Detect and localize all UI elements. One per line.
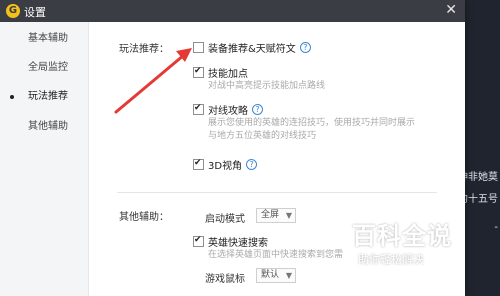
option-equipment-runes: 装备推荐&天赋符文 ?	[193, 40, 311, 55]
option-label: 3D视角	[208, 161, 243, 172]
option-3d-view: 3D视角 ?	[193, 157, 258, 172]
help-icon[interactable]: ?	[246, 159, 258, 170]
sidebar-item-gameplay[interactable]: 玩法推荐	[0, 86, 88, 108]
game-mouse-label: 游戏鼠标	[205, 274, 245, 285]
checkbox[interactable]	[193, 235, 204, 247]
window-title: 设置	[24, 6, 46, 19]
option-description: 展示您使用的英雄的连招技巧，使用技巧并同时展示	[208, 118, 416, 128]
watermark-title: 百科全说	[352, 222, 452, 250]
checkbox[interactable]	[193, 103, 204, 115]
sidebar-item-other[interactable]: 其他辅助	[0, 116, 88, 138]
app-logo-icon: G	[6, 4, 20, 18]
watermark-subtitle: 助你轻松解决	[358, 253, 424, 266]
background-text: -	[494, 222, 498, 233]
option-description: 对战中高亮提示技能加点路线	[208, 81, 326, 91]
option-label: 英雄快速搜索	[208, 238, 268, 249]
option-label: 对线攻略	[208, 106, 248, 117]
select-value: 全屏	[261, 210, 280, 220]
game-mouse-select[interactable]: 默认 ▼	[256, 268, 296, 283]
launch-mode-label: 启动模式	[205, 214, 245, 225]
watermark: 百科全说 助你轻松解决	[352, 216, 460, 267]
option-lane-guide: 对线攻略 ?	[193, 102, 263, 117]
chevron-down-icon: ▼	[285, 211, 292, 220]
sidebar-item-label: 基本辅助	[28, 33, 68, 44]
select-value: 默认	[261, 270, 280, 280]
section-label-gameplay: 玩法推荐：	[119, 44, 169, 55]
launch-mode-select[interactable]: 全屏 ▼	[256, 208, 296, 223]
sidebar-item-label: 全局监控	[28, 62, 68, 73]
chevron-down-icon: ▼	[285, 271, 292, 280]
background-panel: 神非她莫 约十五号 -	[458, 0, 500, 296]
option-skill-points: 技能加点	[193, 65, 248, 80]
option-label: 技能加点	[208, 69, 248, 80]
checkbox[interactable]	[193, 42, 204, 53]
option-label: 装备推荐&天赋符文	[208, 44, 296, 55]
sidebar-item-label: 玩法推荐	[28, 91, 68, 102]
section-label-other: 其他辅助：	[119, 212, 169, 223]
option-hero-search: 英雄快速搜索	[193, 234, 268, 249]
active-indicator-dot	[10, 95, 14, 99]
sidebar-item-basic[interactable]: 基本辅助	[0, 28, 88, 50]
section-divider	[117, 192, 437, 193]
option-description: 与地方五位英雄的对线技巧	[208, 131, 317, 141]
help-icon[interactable]: ?	[299, 42, 311, 53]
help-icon[interactable]: ?	[252, 104, 263, 115]
sidebar-item-global-monitor[interactable]: 全局监控	[0, 57, 88, 79]
close-icon[interactable]: ✕	[445, 2, 457, 18]
checkbox[interactable]	[193, 158, 204, 170]
sidebar-item-label: 其他辅助	[28, 121, 68, 132]
title-bar: G 设置 ✕	[0, 0, 465, 22]
checkbox[interactable]	[193, 66, 204, 78]
option-description: 在选择英雄页面中快速搜索到您需	[208, 250, 344, 260]
sidebar: 基本辅助 全局监控 玩法推荐 其他辅助	[0, 22, 89, 296]
